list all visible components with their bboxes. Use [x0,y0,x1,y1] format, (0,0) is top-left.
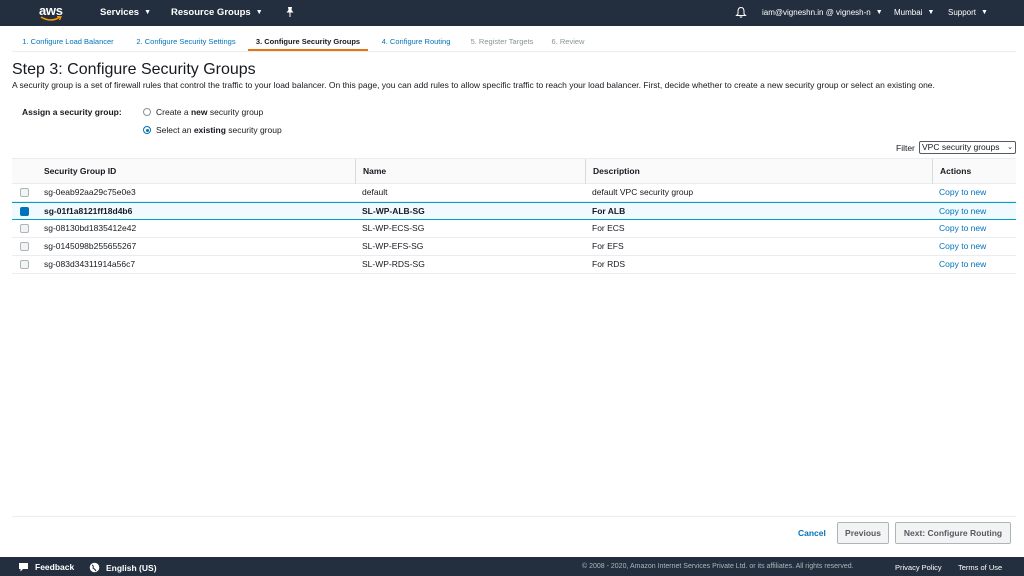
copy-to-new-link[interactable]: Copy to new [932,256,986,273]
tab-configure-routing[interactable]: 4. Configure Routing [370,33,462,51]
table-row[interactable]: sg-08130bd1835412e42 SL-WP-ECS-SG For EC… [12,220,1016,238]
tab-configure-load-balancer[interactable]: 1. Configure Load Balancer [12,33,124,51]
chevron-down-icon: ▼ [875,9,883,16]
radio-select-existing-security-group[interactable]: Select an existing security group [143,125,282,135]
cell-description: For ALB [592,206,626,216]
resource-groups-menu[interactable]: Resource Groups ▼ [171,7,263,18]
table-row[interactable]: sg-0eab92aa29c75e0e3 default default VPC… [12,184,1016,202]
feedback-button[interactable]: Feedback [18,562,74,572]
column-header-name[interactable]: Name [355,159,585,184]
cell-description: For RDS [592,259,626,269]
tabs-divider [12,51,1016,52]
table-row-selected[interactable]: sg-01f1a8121ff18d4b6 SL-WP-ALB-SG For AL… [12,202,1016,220]
chevron-down-icon: ⌄ [1007,144,1013,151]
bottom-bar: Feedback English (US) © 2008 - 2020, Ama… [0,557,1024,576]
feedback-label: Feedback [35,562,75,572]
language-label: English (US) [106,562,157,573]
cell-security-group-id: sg-0eab92aa29c75e0e3 [44,187,136,197]
cell-security-group-id: sg-01f1a8121ff18d4b6 [44,206,133,216]
tab-register-targets: 5. Register Targets [470,37,534,46]
cell-name: SL-WP-ALB-SG [362,206,425,216]
filter-select-value: VPC security groups [922,142,1000,152]
page-title: Step 3: Configure Security Groups [12,61,256,78]
account-menu-label: iam@vigneshn.in @ vignesh-n [762,8,871,17]
copy-to-new-link[interactable]: Copy to new [932,220,986,237]
privacy-policy-link[interactable]: Privacy Policy [895,563,942,572]
copy-to-new-link[interactable]: Copy to new [932,238,986,255]
row-checkbox-checked[interactable] [20,207,29,216]
pin-icon[interactable] [285,6,295,18]
cell-name: SL-WP-RDS-SG [362,259,425,269]
page-intro: A security group is a set of firewall ru… [12,80,935,90]
cell-security-group-id: sg-0145098b255655267 [44,241,137,251]
wizard-steps: 1. Configure Load Balancer 2. Configure … [12,33,1016,51]
tab-configure-security-groups[interactable]: 3. Configure Security Groups [248,33,368,51]
table-row[interactable]: sg-083d34311914a56c7 SL-WP-RDS-SG For RD… [12,256,1016,274]
row-checkbox[interactable] [20,242,29,251]
filter-label: Filter [896,143,915,153]
language-selector[interactable]: English (US) [89,562,157,573]
row-checkbox[interactable] [20,188,29,197]
cell-description: For ECS [592,223,625,233]
column-header-security-group-id[interactable]: Security Group ID [37,159,355,184]
radio-label-prefix: Create a [156,107,191,117]
copy-to-new-link[interactable]: Copy to new [932,203,986,220]
support-menu-label: Support [948,8,977,17]
table-row[interactable]: sg-0145098b255655267 SL-WP-EFS-SG For EF… [12,238,1016,256]
cell-description: default VPC security group [592,187,694,197]
region-menu-label: Mumbai [894,8,923,17]
speech-bubble-icon [19,563,28,572]
radio-label-prefix: Select an [156,125,194,135]
cell-name: default [362,187,388,197]
column-header-actions: Actions [932,159,1016,184]
tab-review: 6. Review [551,37,585,46]
table-header: Security Group ID Name Description Actio… [12,158,1016,184]
column-header-description[interactable]: Description [585,159,932,184]
footer-divider [12,516,1016,517]
cancel-button[interactable]: Cancel [798,528,826,538]
next-configure-routing-button[interactable]: Next: Configure Routing [895,522,1011,544]
globe-icon [89,562,100,573]
cell-name: SL-WP-EFS-SG [362,241,424,251]
cell-name: SL-WP-ECS-SG [362,223,425,233]
terms-of-use-link[interactable]: Terms of Use [958,563,1002,572]
previous-button[interactable]: Previous [837,522,889,544]
support-menu[interactable]: Support ▼ [948,8,988,17]
tab-configure-security-settings[interactable]: 2. Configure Security Settings [124,33,248,51]
radio-label-suffix: security group [225,125,282,135]
aws-smile-icon [40,16,62,21]
region-menu[interactable]: Mumbai ▼ [894,8,934,17]
chevron-down-icon: ▼ [255,9,263,16]
resource-groups-menu-label: Resource Groups [171,7,251,18]
account-menu[interactable]: iam@vigneshn.in @ vignesh-n ▼ [762,8,883,17]
services-menu[interactable]: Services ▼ [100,7,151,18]
assign-security-group-label: Assign a security group: [22,107,122,117]
top-navigation-bar: aws Services ▼ Resource Groups ▼ iam@vigne… [0,0,1024,26]
security-groups-table: Security Group ID Name Description Actio… [12,158,1016,274]
radio-button[interactable] [143,108,151,116]
row-checkbox[interactable] [20,224,29,233]
filter-select[interactable]: VPC security groups ⌄ [919,141,1016,154]
copyright-text: © 2008 - 2020, Amazon Internet Services … [582,563,854,570]
cell-description: For EFS [592,241,624,251]
cell-security-group-id: sg-08130bd1835412e42 [44,223,137,233]
services-menu-label: Services [100,7,140,18]
radio-create-new-security-group[interactable]: Create a new security group [143,107,263,117]
radio-button-selected[interactable] [143,126,151,134]
radio-label-bold: existing [193,125,226,135]
aws-logo[interactable]: aws [37,2,69,24]
row-checkbox[interactable] [20,260,29,269]
cell-security-group-id: sg-083d34311914a56c7 [44,259,136,269]
radio-label-suffix: security group [207,107,264,117]
copy-to-new-link[interactable]: Copy to new [932,184,986,201]
radio-label-bold: new [190,107,208,117]
bell-icon[interactable] [735,6,747,19]
chevron-down-icon: ▼ [144,9,152,16]
chevron-down-icon: ▼ [981,9,988,16]
chevron-down-icon: ▼ [927,9,935,16]
